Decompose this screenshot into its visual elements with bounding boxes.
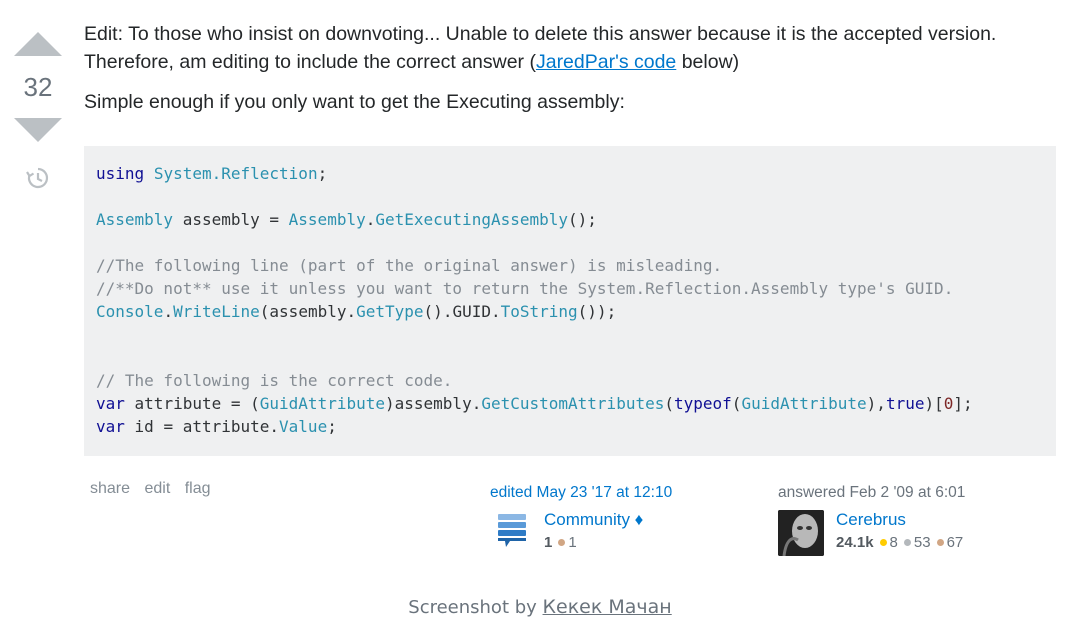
history-icon[interactable]: [24, 164, 52, 192]
code-token: GetCustomAttributes: [481, 394, 665, 413]
silver-badge-count: 53: [913, 534, 931, 551]
share-link[interactable]: share: [90, 480, 130, 497]
owner-name-link[interactable]: Cerebrus: [836, 510, 963, 530]
downvote-arrow-icon[interactable]: [14, 118, 62, 142]
code-token: .: [365, 210, 376, 229]
editor-details: Community ♦ 11: [544, 510, 643, 551]
code-line: using System.Reflection;: [96, 162, 1044, 185]
code-block: using System.Reflection; Assembly assembl…: [84, 146, 1056, 456]
code-token: WriteLine: [173, 302, 260, 321]
code-token: ;: [327, 417, 337, 436]
code-token: )[: [924, 394, 944, 413]
vote-column: 32: [10, 32, 66, 192]
intro-text: Simple enough if you only want to get th…: [84, 91, 625, 113]
code-token: (: [664, 394, 674, 413]
code-token: ();: [568, 210, 597, 229]
code-token: 0: [943, 394, 954, 413]
answer-body: Edit: To those who insist on downvoting.…: [84, 20, 1056, 128]
gold-badge-icon: [879, 538, 887, 546]
vote-count: 32: [23, 72, 53, 102]
code-token: var: [96, 417, 125, 436]
code-token: System.Reflection: [153, 164, 318, 183]
code-comment: //**Do not** use it unless you want to r…: [96, 279, 954, 298]
credit-author-link[interactable]: Кекек Мачан: [543, 596, 672, 618]
code-token: Console: [96, 302, 164, 321]
code-token: true: [885, 394, 925, 413]
code-token: ().GUID.: [423, 302, 501, 321]
code-token: ToString: [500, 302, 578, 321]
edit-note-suffix: below): [676, 51, 740, 73]
bronze-badge-count: 67: [946, 534, 964, 551]
code-line: Assembly assembly = Assembly.GetExecutin…: [96, 208, 1044, 231]
code-token: Value: [279, 417, 328, 436]
code-token: ];: [953, 394, 973, 413]
code-token: ),: [866, 394, 886, 413]
code-token: typeof: [674, 394, 732, 413]
code-line: var id = attribute.Value;: [96, 415, 1044, 438]
code-token: id = attribute.: [124, 417, 280, 436]
code-token: using: [96, 164, 145, 183]
code-line: var attribute = (GuidAttribute)assembly.…: [96, 392, 1044, 415]
edit-link[interactable]: edit: [144, 480, 170, 497]
code-token: ());: [577, 302, 617, 321]
code-token: Assembly: [288, 210, 366, 229]
code-comment: //The following line (part of the origin…: [96, 256, 723, 275]
code-token: attribute = (: [124, 394, 260, 413]
bronze-badge-count: 1: [568, 534, 577, 551]
code-token: (assembly.: [259, 302, 357, 321]
code-token: Assembly: [96, 210, 174, 229]
code-token: var: [96, 394, 125, 413]
gold-badge-count: 8: [889, 534, 898, 551]
reputation-score: 24.1k: [836, 534, 874, 551]
owner-signature: answered Feb 2 '09 at 6:01 Cerebrus 24.1…: [778, 484, 1038, 556]
editor-reputation: 11: [544, 534, 643, 551]
silver-badge-icon: [903, 538, 911, 546]
bronze-badge-icon: [558, 538, 566, 546]
owner-details: Cerebrus 24.1k 8 53 67: [836, 510, 963, 556]
code-token: (: [731, 394, 742, 413]
editor-name-link[interactable]: Community ♦: [544, 510, 643, 530]
jaredpar-code-link[interactable]: JaredPar's code: [536, 51, 676, 73]
code-token: assembly =: [173, 210, 289, 229]
edit-note: Edit: To those who insist on downvoting.…: [84, 20, 1056, 76]
post-menu: share edit flag: [90, 480, 221, 498]
screenshot-credit: Screenshot by Кекек Мачан: [0, 596, 1080, 618]
bronze-badge-icon: [936, 538, 944, 546]
code-token: GuidAttribute: [741, 394, 867, 413]
code-token: .: [163, 302, 174, 321]
reputation-score: 1: [544, 534, 553, 551]
avatar[interactable]: [778, 510, 824, 556]
community-stack-icon[interactable]: [498, 514, 528, 548]
code-token: GetType: [356, 302, 424, 321]
code-token: GuidAttribute: [259, 394, 385, 413]
answered-timestamp: answered Feb 2 '09 at 6:01: [778, 484, 966, 501]
flag-link[interactable]: flag: [185, 480, 211, 497]
edited-timestamp-link[interactable]: edited May 23 '17 at 12:10: [490, 484, 730, 502]
editor-signature: edited May 23 '17 at 12:10 Community ♦ 1…: [490, 484, 730, 551]
owner-reputation: 24.1k 8 53 67: [836, 534, 963, 551]
code-line: Console.WriteLine(assembly.GetType().GUI…: [96, 300, 1044, 323]
code-token: ;: [317, 164, 328, 183]
upvote-arrow-icon[interactable]: [14, 32, 62, 56]
code-comment: // The following is the correct code.: [96, 371, 453, 390]
code-token: )assembly.: [385, 394, 482, 413]
credit-prefix: Screenshot by: [408, 597, 543, 618]
code-token: GetExecutingAssembly: [375, 210, 569, 229]
